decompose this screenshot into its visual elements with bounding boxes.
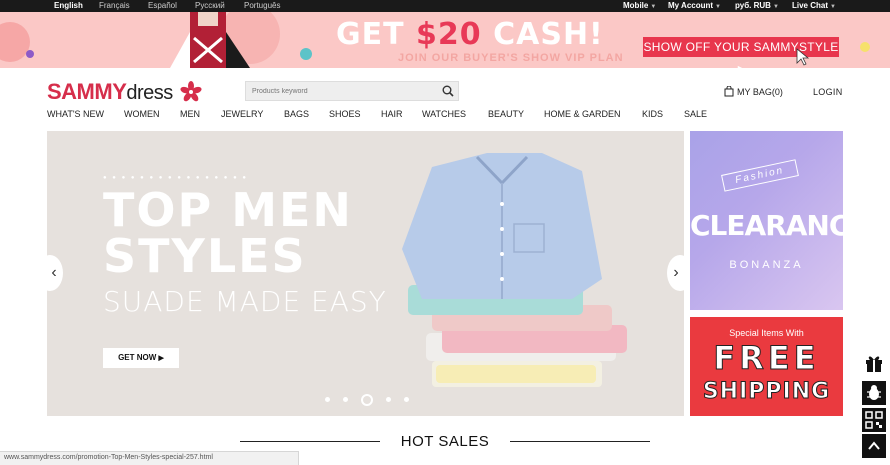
search-box xyxy=(245,81,459,101)
decor-circle xyxy=(860,42,870,52)
play-arrow-icon: ▶ xyxy=(738,64,744,68)
chevron-right-icon: › xyxy=(673,264,679,281)
status-url: www.sammydress.com/promotion-Top-Men-Sty… xyxy=(4,454,213,461)
flower-logo-icon xyxy=(180,81,202,102)
currency-selector[interactable]: руб. RUB ▼ xyxy=(735,1,779,10)
hero-slider[interactable]: ● ● ● ● ● ● ● ● ● ● ● ● ● ● ● ● TOP MEN S… xyxy=(47,131,684,416)
login-link[interactable]: LOGIN xyxy=(813,87,843,97)
free-shipping-promo-tile[interactable]: Special Items With FREE SHIPPING xyxy=(690,317,843,416)
hot-sales-title: HOT SALES xyxy=(400,433,490,450)
fashion-tag: Fashion xyxy=(721,159,799,192)
qr-code-float-button[interactable] xyxy=(862,408,886,432)
shipping-label: SHIPPING xyxy=(702,379,831,405)
decor-circle xyxy=(26,50,34,58)
mobile-menu[interactable]: Mobile ▼ xyxy=(623,1,656,10)
nav-item-jewelry[interactable]: JEWELRY xyxy=(221,109,263,119)
nav-item-watches[interactable]: WATCHES xyxy=(422,109,466,119)
nav-item-women[interactable]: WOMEN xyxy=(124,109,160,119)
nav-item-sale[interactable]: SALE xyxy=(684,109,707,119)
decor-circle xyxy=(300,48,312,60)
slider-next-button[interactable]: › xyxy=(667,255,684,291)
nav-item-bags[interactable]: BAGS xyxy=(284,109,309,119)
nav-item-kids[interactable]: KIDS xyxy=(642,109,663,119)
slide-dot[interactable] xyxy=(343,397,348,403)
bug-report-float-button[interactable] xyxy=(862,381,886,405)
decor-dot-row: ● ● ● ● ● ● ● ● ● ● ● ● ● ● ● ● xyxy=(103,175,248,181)
hot-sales-heading: HOT SALES xyxy=(0,432,890,452)
hero-title-line-2: STYLES xyxy=(103,229,307,283)
free-label: FREE xyxy=(713,339,820,378)
slider-prev-button[interactable]: ‹ xyxy=(47,255,63,291)
promo-headline-suffix: CASH! xyxy=(481,17,604,52)
search-input[interactable] xyxy=(250,84,434,99)
live-chat-label: Live Chat xyxy=(792,1,829,10)
nav-item-home-garden[interactable]: HOME & GARDEN xyxy=(544,109,621,119)
qr-code-icon xyxy=(865,411,883,429)
slider-pagination xyxy=(325,391,422,409)
slide-dot-active[interactable] xyxy=(361,393,373,406)
top-utility-bar: English Français Español Русский Portugu… xyxy=(0,0,890,12)
get-now-label: GET NOW xyxy=(118,353,157,362)
gift-float-button[interactable] xyxy=(862,351,886,375)
promo-banner[interactable]: GET $20 CASH! JOIN OUR BUYER'S SHOW VIP … xyxy=(0,12,890,68)
slide-dot[interactable] xyxy=(404,397,409,403)
my-bag-label: MY BAG(0) xyxy=(737,87,783,97)
logo-wordmark-sub: dress xyxy=(126,82,173,104)
nav-item-hair[interactable]: HAIR xyxy=(381,109,403,119)
chevron-down-icon: ▼ xyxy=(830,4,836,10)
nav-item-whats-new[interactable]: WHAT'S NEW xyxy=(47,109,104,119)
fashion-model-illustration xyxy=(170,12,250,68)
search-icon[interactable] xyxy=(442,85,454,97)
nav-item-beauty[interactable]: BEAUTY xyxy=(488,109,524,119)
browser-status-bar: www.sammydress.com/promotion-Top-Men-Sty… xyxy=(0,451,299,465)
logo-wordmark-main: SAMMY xyxy=(47,79,127,104)
nav-item-men[interactable]: MEN xyxy=(180,109,200,119)
hero-subtitle: SUADE MADE EASY xyxy=(103,285,387,318)
shopping-bag-icon xyxy=(724,85,734,97)
bug-icon xyxy=(867,385,881,400)
promo-amount: $20 xyxy=(416,17,482,52)
chevron-down-icon: ▼ xyxy=(715,4,721,10)
currency-label: руб. RUB xyxy=(735,1,771,10)
mobile-menu-label: Mobile xyxy=(623,1,649,10)
chevron-down-icon: ▼ xyxy=(772,4,779,10)
decor-circle xyxy=(0,22,30,62)
gift-icon xyxy=(866,356,882,372)
hero-title-line-1: TOP MEN xyxy=(103,183,353,237)
language-link-french[interactable]: Français xyxy=(99,1,130,10)
language-link-spanish[interactable]: Español xyxy=(148,1,177,10)
hero-title: TOP MEN STYLES xyxy=(103,187,353,279)
live-chat-menu[interactable]: Live Chat ▼ xyxy=(792,1,836,10)
site-logo[interactable]: SAMMYdress xyxy=(47,79,202,105)
back-to-top-float-button[interactable] xyxy=(862,434,886,458)
promo-subline: JOIN OUR BUYER'S SHOW VIP PLAN xyxy=(398,52,624,64)
stacked-shirts-image xyxy=(402,153,627,387)
promo-headline-prefix: GET xyxy=(336,17,417,52)
slide-dot[interactable] xyxy=(325,397,330,403)
slide-dot[interactable] xyxy=(386,397,391,403)
promo-headline: GET $20 CASH! xyxy=(336,17,604,52)
language-link-english[interactable]: English xyxy=(54,1,83,10)
account-menu[interactable]: My Account ▼ xyxy=(668,1,721,10)
play-arrow-icon: ▶ xyxy=(158,355,164,362)
chevron-left-icon: ‹ xyxy=(51,264,57,281)
my-bag-link[interactable]: MY BAG(0) xyxy=(724,85,783,97)
clearance-promo-tile[interactable]: Fashion CLEARANCE BONANZA xyxy=(690,131,843,310)
cursor-pointer-icon xyxy=(796,48,810,66)
special-items-label: Special Items With xyxy=(729,328,804,338)
chevron-up-icon xyxy=(868,441,880,450)
account-menu-label: My Account xyxy=(668,1,714,10)
get-now-button[interactable]: GET NOW ▶ xyxy=(103,348,179,368)
language-link-portuguese[interactable]: Português xyxy=(244,1,280,10)
nav-item-shoes[interactable]: SHOES xyxy=(329,109,361,119)
language-link-russian[interactable]: Русский xyxy=(195,1,225,10)
clearance-title: CLEARANCE xyxy=(690,209,843,242)
chevron-down-icon: ▼ xyxy=(650,4,657,10)
bonanza-subtitle: BONANZA xyxy=(729,259,804,271)
